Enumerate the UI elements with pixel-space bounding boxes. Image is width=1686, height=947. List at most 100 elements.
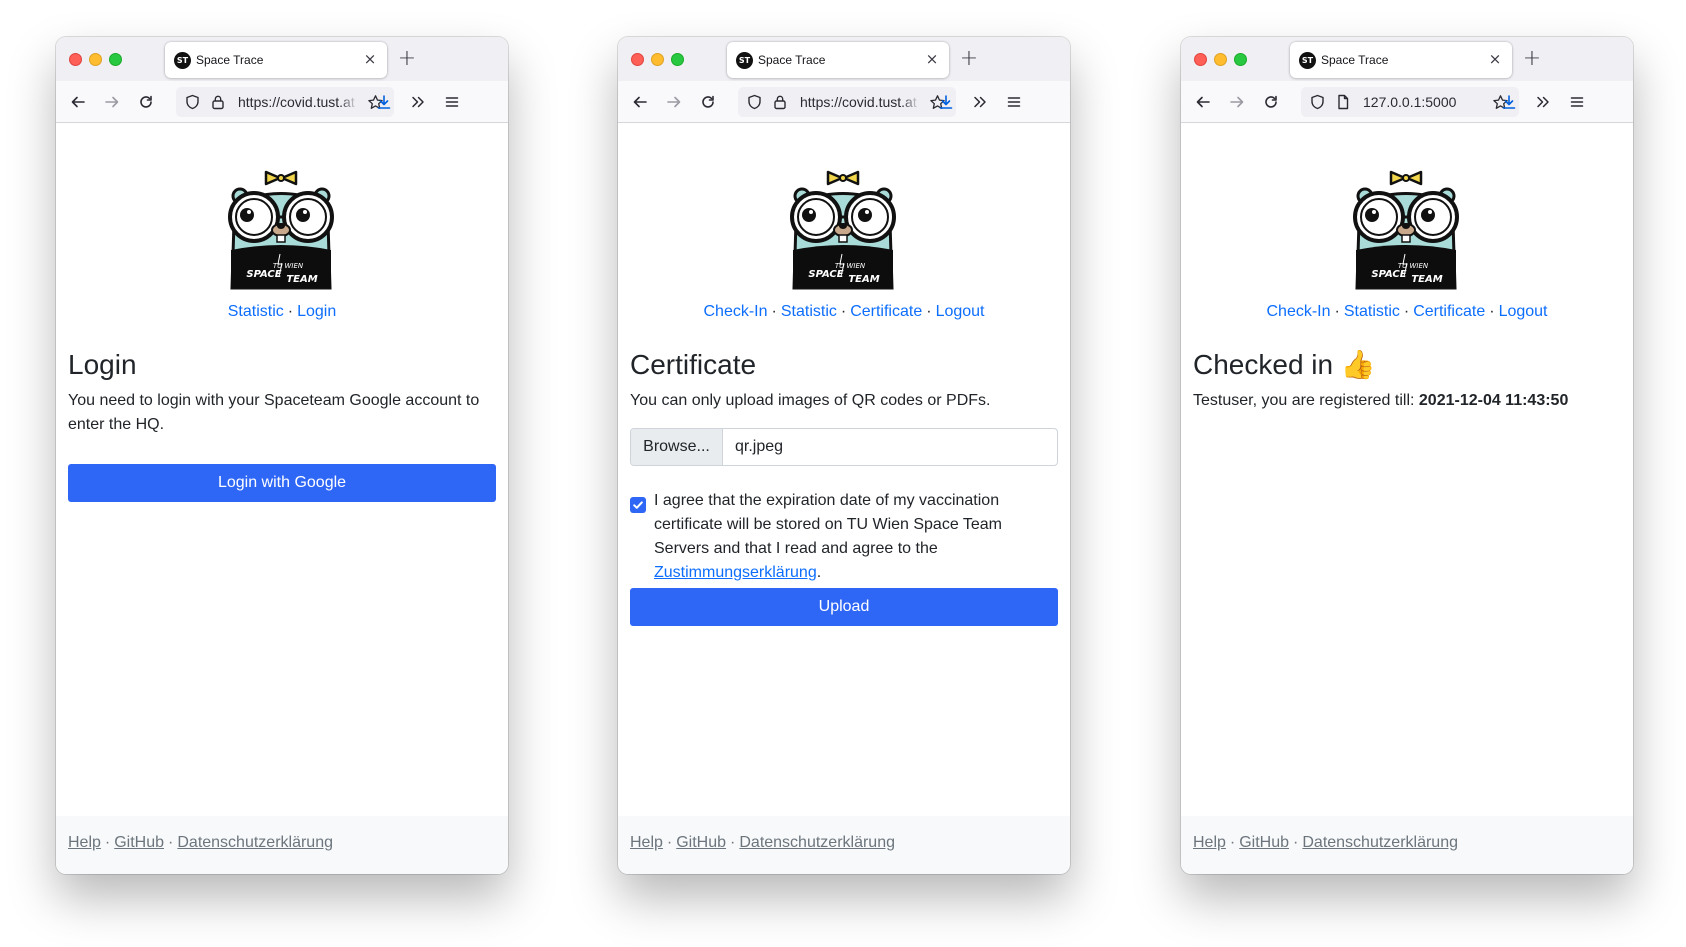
- nav-link-statistic[interactable]: Statistic: [781, 303, 837, 320]
- logo-line3: TEAM: [1411, 274, 1442, 285]
- nav-link-check-in[interactable]: Check-In: [704, 303, 768, 320]
- gopher-logo-svg: TU WIEN SPACE TEAM: [228, 170, 334, 290]
- tab-strip: ST Space Trace × +: [56, 37, 508, 81]
- space-team-gopher-logo: TU WIEN SPACE TEAM: [218, 164, 344, 290]
- url-text: https://covid.tust.at: [238, 94, 355, 110]
- page-title: Login: [68, 349, 137, 380]
- close-tab-icon[interactable]: ×: [362, 51, 378, 67]
- url-bar[interactable]: https://covid.tust.at: [176, 87, 394, 117]
- logo-line3: TEAM: [286, 274, 317, 285]
- new-tab-icon[interactable]: +: [958, 48, 980, 70]
- footer: Help · GitHub · Datenschutzerklärung: [56, 816, 508, 874]
- nav-link-logout[interactable]: Logout: [936, 303, 985, 320]
- hamburger-menu-icon[interactable]: [442, 92, 462, 112]
- upload-button[interactable]: Upload: [630, 588, 1058, 626]
- login-with-google-button[interactable]: Login with Google: [68, 464, 496, 502]
- nav-link-login[interactable]: Login: [297, 303, 336, 320]
- nav-separator: ·: [771, 303, 777, 320]
- tab-title: Space Trace: [1321, 53, 1389, 67]
- consent-end: .: [816, 564, 822, 581]
- nav-link-statistic[interactable]: Statistic: [228, 303, 284, 320]
- footer-separator: ·: [1229, 834, 1236, 851]
- download-icon[interactable]: [936, 92, 956, 112]
- nav-link-certificate[interactable]: Certificate: [850, 303, 922, 320]
- overflow-chevron-icon[interactable]: [1533, 92, 1553, 112]
- close-tab-icon[interactable]: ×: [1487, 51, 1503, 67]
- hamburger-menu-icon[interactable]: [1004, 92, 1024, 112]
- url-bar[interactable]: 127.0.0.1:5000: [1301, 87, 1519, 117]
- logo-line3: TEAM: [848, 274, 879, 285]
- url-text: 127.0.0.1:5000: [1363, 94, 1457, 110]
- back-arrow-icon[interactable]: [630, 92, 650, 112]
- footer-separator: ·: [666, 834, 673, 851]
- reload-icon[interactable]: [1261, 92, 1281, 112]
- shield-icon[interactable]: [184, 94, 200, 110]
- footer-help-link[interactable]: Help: [68, 834, 101, 851]
- back-arrow-icon[interactable]: [68, 92, 88, 112]
- forward-arrow-icon[interactable]: [1227, 92, 1247, 112]
- tab-space-trace[interactable]: ST Space Trace ×: [165, 42, 387, 78]
- close-tab-icon[interactable]: ×: [924, 51, 940, 67]
- gopher-logo-svg: TU WIEN SPACE TEAM: [790, 170, 896, 290]
- logo-line2: SPACE: [246, 269, 281, 280]
- footer-separator: ·: [104, 834, 111, 851]
- page-icon[interactable]: [1335, 94, 1351, 110]
- favicon-icon: ST: [736, 52, 753, 69]
- browse-button[interactable]: Browse...: [631, 429, 723, 465]
- tab-space-trace[interactable]: ST Space Trace ×: [727, 42, 949, 78]
- nav-link-logout[interactable]: Logout: [1499, 303, 1548, 320]
- footer-privacy-link[interactable]: Datenschutzerklärung: [739, 834, 895, 851]
- tab-title: Space Trace: [758, 53, 826, 67]
- url-bar[interactable]: https://covid.tust.at: [738, 87, 956, 117]
- lock-icon[interactable]: [210, 94, 226, 110]
- footer-github-link[interactable]: GitHub: [1239, 834, 1289, 851]
- maximize-window-button[interactable]: [671, 53, 684, 66]
- close-window-button[interactable]: [631, 53, 644, 66]
- reload-icon[interactable]: [136, 92, 156, 112]
- consent-declaration-link[interactable]: Zustimmungserklärung: [654, 564, 817, 581]
- download-icon[interactable]: [374, 92, 394, 112]
- new-tab-icon[interactable]: +: [396, 48, 418, 70]
- footer-help-link[interactable]: Help: [630, 834, 663, 851]
- footer-github-link[interactable]: GitHub: [114, 834, 164, 851]
- file-input[interactable]: Browse... qr.jpeg: [630, 428, 1058, 466]
- page-content: TU WIEN SPACE TEAM Check-In · Statistic · Ce…: [618, 124, 1070, 816]
- nav-link-certificate[interactable]: Certificate: [1413, 303, 1485, 320]
- lock-icon[interactable]: [772, 94, 788, 110]
- forward-arrow-icon[interactable]: [664, 92, 684, 112]
- download-icon[interactable]: [1499, 92, 1519, 112]
- maximize-window-button[interactable]: [109, 53, 122, 66]
- nav-separator: ·: [287, 303, 294, 320]
- space-team-gopher-logo: TU WIEN SPACE TEAM: [1343, 164, 1469, 290]
- nav-link-check-in[interactable]: Check-In: [1267, 303, 1331, 320]
- consent-text: I agree that the expiration date of my v…: [654, 492, 1003, 557]
- consent-checkbox[interactable]: [630, 497, 646, 513]
- forward-arrow-icon[interactable]: [102, 92, 122, 112]
- close-window-button[interactable]: [1194, 53, 1207, 66]
- footer-help-link[interactable]: Help: [1193, 834, 1226, 851]
- upload-instructions: You can only upload images of QR codes o…: [630, 392, 991, 409]
- browser-window-checked-in: ST Space Trace × + 127.0.0.1:5000 TU WIE…: [1181, 37, 1633, 874]
- minimize-window-button[interactable]: [1214, 53, 1227, 66]
- overflow-chevron-icon[interactable]: [970, 92, 990, 112]
- new-tab-icon[interactable]: +: [1521, 48, 1543, 70]
- footer-privacy-link[interactable]: Datenschutzerklärung: [177, 834, 333, 851]
- page-content: TU WIEN SPACE TEAM Statistic · Login Login…: [56, 124, 508, 816]
- nav-separator: ·: [1489, 303, 1495, 320]
- maximize-window-button[interactable]: [1234, 53, 1247, 66]
- tab-space-trace[interactable]: ST Space Trace ×: [1290, 42, 1512, 78]
- favicon-icon: ST: [1299, 52, 1316, 69]
- reload-icon[interactable]: [698, 92, 718, 112]
- footer-github-link[interactable]: GitHub: [676, 834, 726, 851]
- nav-toolbar: https://covid.tust.at: [618, 81, 1070, 123]
- overflow-chevron-icon[interactable]: [408, 92, 428, 112]
- shield-icon[interactable]: [746, 94, 762, 110]
- minimize-window-button[interactable]: [89, 53, 102, 66]
- nav-link-statistic[interactable]: Statistic: [1344, 303, 1400, 320]
- back-arrow-icon[interactable]: [1193, 92, 1213, 112]
- footer-privacy-link[interactable]: Datenschutzerklärung: [1302, 834, 1458, 851]
- shield-icon[interactable]: [1309, 94, 1325, 110]
- hamburger-menu-icon[interactable]: [1567, 92, 1587, 112]
- minimize-window-button[interactable]: [651, 53, 664, 66]
- close-window-button[interactable]: [69, 53, 82, 66]
